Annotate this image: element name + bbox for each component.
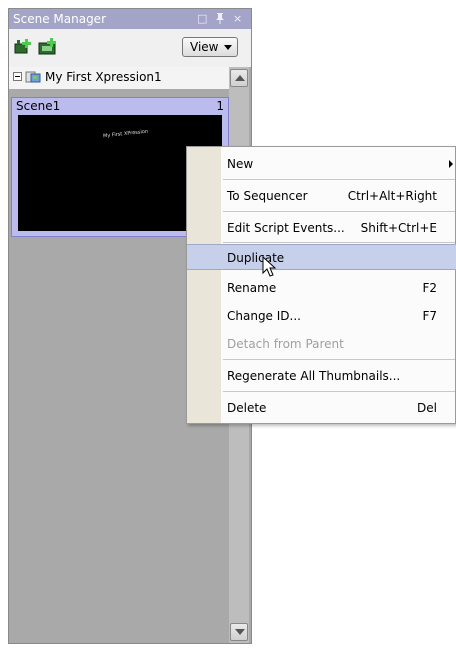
menu-separator <box>223 391 455 392</box>
menu-item-shortcut: F7 <box>422 309 437 323</box>
menu-item-duplicate[interactable]: Duplicate <box>187 244 456 270</box>
menu-item-edit-script-events[interactable]: Edit Script Events... Shift+Ctrl+E <box>221 215 456 241</box>
menu-item-to-sequencer[interactable]: To Sequencer Ctrl+Alt+Right <box>221 183 456 209</box>
project-tree-row[interactable]: My First Xpression1 <box>9 67 229 89</box>
scroll-down-icon <box>235 629 245 635</box>
menu-separator <box>223 242 455 243</box>
menu-separator <box>223 211 455 212</box>
add-scene-icon[interactable] <box>13 38 33 56</box>
project-name: My First Xpression1 <box>45 70 162 84</box>
menu-item-regenerate-thumbnails[interactable]: Regenerate All Thumbnails... <box>221 363 456 389</box>
pin-icon[interactable] <box>215 12 225 27</box>
menu-gutter <box>187 147 221 423</box>
view-label: View <box>190 40 219 54</box>
menu-separator <box>223 179 455 180</box>
menu-item-label: Regenerate All Thumbnails... <box>227 369 401 383</box>
menu-separator <box>223 359 455 360</box>
menu-item-shortcut: Ctrl+Alt+Right <box>347 189 437 203</box>
panel-titlebar[interactable]: Scene Manager □ × <box>9 9 251 29</box>
submenu-arrow-icon <box>449 160 453 168</box>
menu-item-new[interactable]: New <box>221 151 456 177</box>
menu-item-label: To Sequencer <box>227 189 308 203</box>
menu-item-rename[interactable]: Rename F2 <box>221 275 456 301</box>
close-icon[interactable]: × <box>233 12 242 25</box>
panel-title: Scene Manager <box>13 12 106 26</box>
menu-item-shortcut: Shift+Ctrl+E <box>360 221 437 235</box>
menu-item-detach-from-parent: Detach from Parent <box>221 331 456 357</box>
thumbnail-text: My First XPression <box>102 128 149 140</box>
add-scene-group-icon[interactable] <box>37 38 57 56</box>
menu-item-change-id[interactable]: Change ID... F7 <box>221 303 456 329</box>
menu-item-label: Rename <box>227 281 277 295</box>
scroll-up-icon <box>235 75 245 81</box>
menu-item-label: Detach from Parent <box>227 337 344 351</box>
context-menu: New To Sequencer Ctrl+Alt+Right Edit Scr… <box>186 146 456 424</box>
menu-item-label: Change ID... <box>227 309 301 323</box>
menu-item-label: Delete <box>227 401 267 415</box>
menu-item-delete[interactable]: Delete Del <box>221 395 456 421</box>
menu-item-shortcut: F2 <box>422 281 437 295</box>
project-icon <box>25 70 41 84</box>
menu-item-label: New <box>227 157 254 171</box>
collapse-icon[interactable] <box>13 72 22 81</box>
mouse-cursor-icon <box>262 256 277 277</box>
float-icon[interactable]: □ <box>197 12 207 25</box>
scroll-up-button[interactable] <box>230 69 248 87</box>
menu-item-shortcut: Del <box>417 401 437 415</box>
scene-number: 1 <box>216 99 224 113</box>
chevron-down-icon <box>224 45 232 50</box>
view-dropdown-button[interactable]: View <box>182 37 238 57</box>
menu-item-label: Edit Script Events... <box>227 221 345 235</box>
scene-name: Scene1 <box>16 99 61 113</box>
scroll-down-button[interactable] <box>230 623 248 641</box>
